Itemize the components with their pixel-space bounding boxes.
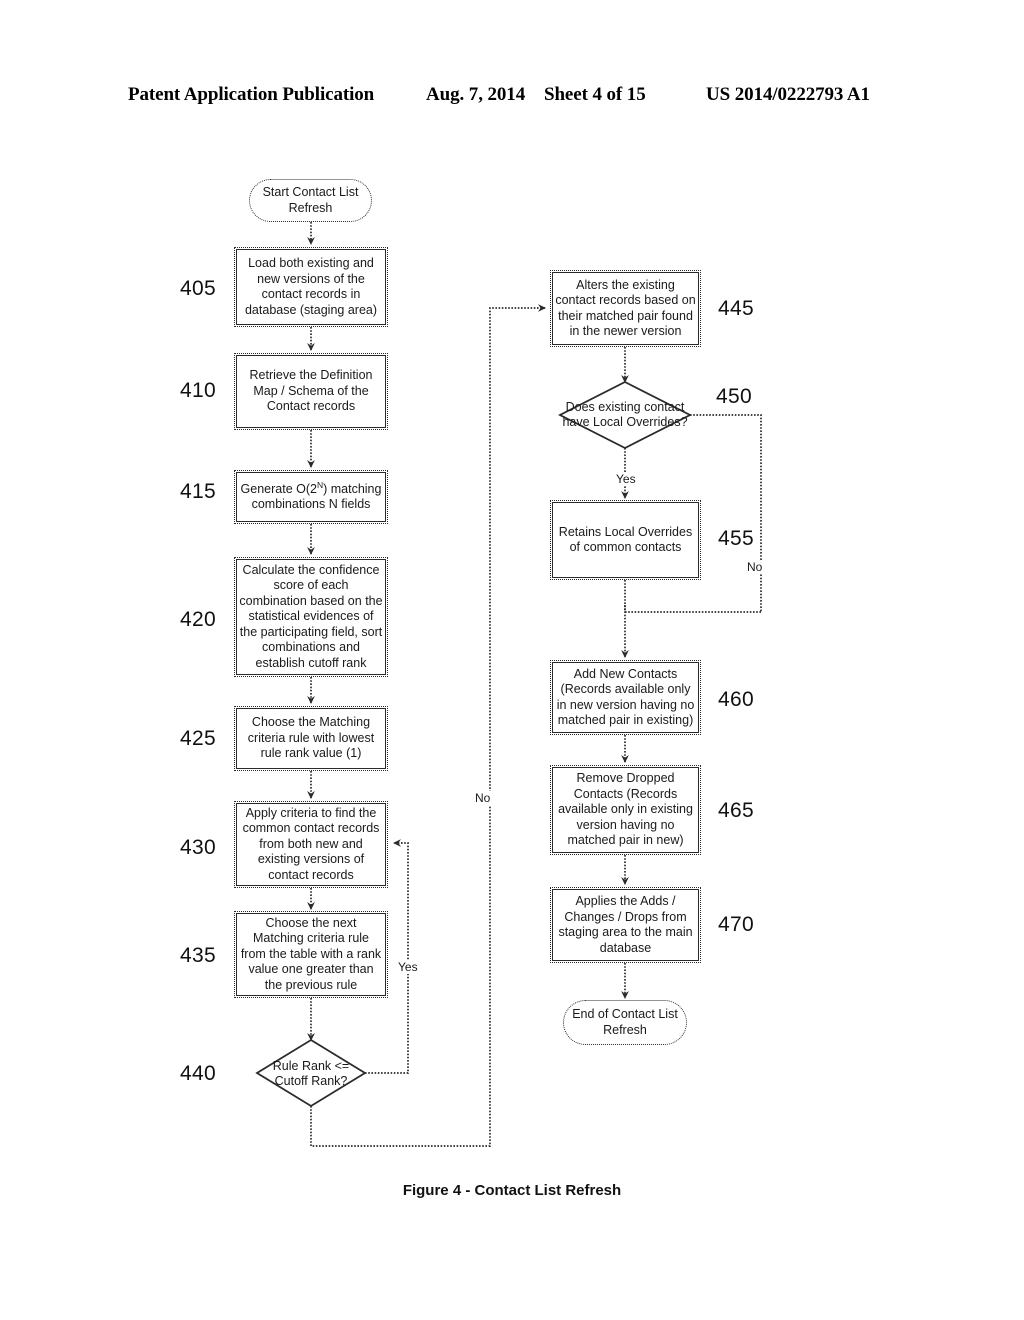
node-start: Start Contact List Refresh: [249, 179, 372, 222]
node-465: Remove Dropped Contacts (Records availab…: [550, 765, 701, 855]
flowchart-diagram: Start Contact List Refresh 405 Load both…: [0, 0, 1024, 1320]
edge-label-yes-450: Yes: [614, 472, 638, 486]
ref-label-430: 430: [180, 836, 216, 859]
ref-label-440: 440: [180, 1062, 216, 1085]
ref-label-425: 425: [180, 727, 216, 750]
node-465-text: Remove Dropped Contacts (Records availab…: [558, 771, 693, 848]
flowchart-connectors: [255, 222, 762, 1147]
node-445: Alters the existing contact records base…: [550, 270, 701, 347]
node-460: Add New Contacts (Records available only…: [550, 660, 701, 735]
ref-label-410: 410: [180, 379, 216, 402]
edge-label-yes-440: Yes: [396, 960, 420, 974]
node-435: Choose the next Matching criteria rule f…: [234, 911, 388, 998]
node-415-text: Generate O(2N) matching combinations N f…: [240, 479, 382, 511]
node-440-text: Rule Rank <= Cutoff Rank?: [272, 1058, 350, 1089]
node-420-text: Calculate the confidence score of each c…: [239, 562, 383, 670]
ref-label-415: 415: [180, 480, 216, 503]
node-470-text: Applies the Adds / Changes / Drops from …: [558, 894, 693, 955]
ref-label-435: 435: [180, 944, 216, 967]
node-435-text: Choose the next Matching criteria rule f…: [240, 915, 382, 992]
node-405: Load both existing and new versions of t…: [234, 247, 388, 327]
edge-label-no-450: No: [745, 560, 765, 574]
node-end-text: End of Contact List Refresh: [572, 1007, 678, 1037]
ref-label-445: 445: [718, 297, 754, 320]
node-445-text: Alters the existing contact records base…: [555, 277, 696, 339]
node-440: Rule Rank <= Cutoff Rank?: [252, 1053, 370, 1095]
node-405-text: Load both existing and new versions of t…: [244, 256, 378, 317]
node-450-text: Does existing contact have Local Overrid…: [562, 399, 688, 430]
node-430-text: Apply criteria to find the common contac…: [242, 805, 380, 882]
ref-label-405: 405: [180, 277, 216, 300]
node-start-text: Start Contact List Refresh: [262, 185, 359, 215]
node-460-text: Add New Contacts (Records available only…: [556, 666, 695, 728]
node-455: Retains Local Overrides of common contac…: [550, 500, 701, 580]
node-410-text: Retrieve the Definition Map / Schema of …: [249, 368, 373, 414]
figure-caption: Figure 4 - Contact List Refresh: [402, 1182, 622, 1199]
node-415: Generate O(2N) matching combinations N f…: [234, 470, 388, 524]
node-410: Retrieve the Definition Map / Schema of …: [234, 353, 388, 430]
edge-label-no-440: No: [473, 791, 493, 805]
ref-label-450: 450: [716, 385, 752, 408]
node-420: Calculate the confidence score of each c…: [234, 557, 388, 677]
node-430: Apply criteria to find the common contac…: [234, 801, 388, 888]
node-450: Does existing contact have Local Overrid…: [558, 391, 692, 439]
node-455-text: Retains Local Overrides of common contac…: [558, 524, 693, 555]
ref-label-460: 460: [718, 688, 754, 711]
ref-label-455: 455: [718, 527, 754, 550]
ref-label-465: 465: [718, 799, 754, 822]
node-470: Applies the Adds / Changes / Drops from …: [550, 887, 701, 963]
node-425: Choose the Matching criteria rule with l…: [234, 706, 388, 771]
ref-label-470: 470: [718, 913, 754, 936]
node-end: End of Contact List Refresh: [563, 1000, 687, 1045]
ref-label-420: 420: [180, 608, 216, 631]
node-425-text: Choose the Matching criteria rule with l…: [247, 715, 375, 761]
